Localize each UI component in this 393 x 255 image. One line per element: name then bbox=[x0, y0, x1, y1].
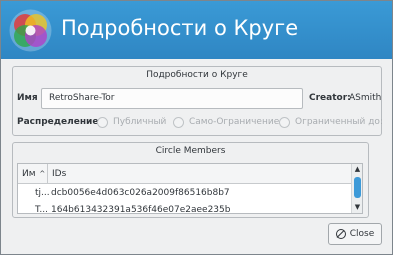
members-group-title: Circle Members bbox=[155, 146, 226, 156]
table-row-1-name[interactable]: tj... bbox=[35, 188, 50, 198]
radio-restricted-to[interactable]: Ограниченный до: bbox=[279, 116, 383, 128]
column-header-name[interactable]: Им ^ bbox=[18, 164, 48, 184]
scroll-up-icon[interactable]: ▲ bbox=[352, 164, 362, 175]
header-banner: Подробности о Круге bbox=[1, 1, 392, 59]
name-label: Имя bbox=[17, 93, 38, 103]
details-group-title: Подробности о Круге bbox=[146, 70, 248, 80]
circles-logo-icon bbox=[9, 9, 52, 52]
radio-restricted-to-dot bbox=[279, 116, 290, 128]
members-table[interactable]: Им ^ IDs tj... dcb0056e4d063c026a2009f86… bbox=[17, 163, 363, 214]
radio-self-restricted-label: Само-Ограничение bbox=[189, 117, 280, 127]
table-row-1-id[interactable]: dcb0056e4d063c026a2009f86516b8b7 bbox=[51, 188, 230, 198]
creator-value: ASmith bbox=[349, 93, 382, 103]
close-button-label: Close bbox=[349, 229, 375, 239]
close-button[interactable]: Close bbox=[328, 223, 382, 245]
radio-self-restricted[interactable]: Само-Ограничение bbox=[173, 116, 279, 128]
radio-self-restricted-dot bbox=[173, 116, 184, 128]
table-row-2-id[interactable]: 164b613432391a536f46e07e2aee235b bbox=[51, 205, 230, 213]
radio-restricted-to-label: Ограниченный до: bbox=[295, 117, 383, 127]
distribution-label: Распределение bbox=[17, 117, 99, 127]
name-field[interactable]: RetroShare-Tor bbox=[41, 88, 303, 109]
column-header-name-label: Им bbox=[22, 169, 36, 179]
table-row-2-name[interactable]: T... bbox=[35, 205, 48, 213]
radio-public-label: Публичный bbox=[113, 117, 167, 127]
scrollbar-thumb[interactable] bbox=[354, 177, 361, 198]
creator-label: Creator: bbox=[309, 93, 351, 103]
members-scrollbar[interactable]: ▲ ▼ bbox=[351, 164, 362, 213]
circle-details-window: Подробности о Круге Подробности о Круге … bbox=[0, 0, 393, 255]
scroll-down-icon[interactable]: ▼ bbox=[352, 202, 362, 213]
column-header-ids[interactable]: IDs bbox=[48, 164, 351, 184]
radio-public[interactable]: Публичный bbox=[97, 116, 166, 128]
radio-public-dot bbox=[97, 116, 108, 128]
sort-up-icon: ^ bbox=[39, 170, 46, 178]
close-icon bbox=[335, 229, 346, 239]
window-title: Подробности о Круге bbox=[61, 16, 299, 40]
